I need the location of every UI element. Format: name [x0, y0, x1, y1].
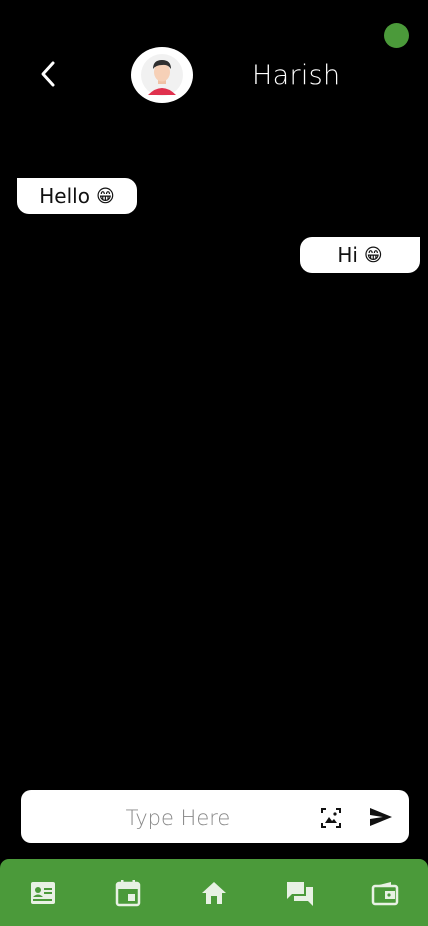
chevron-left-icon [41, 61, 55, 87]
calendar-icon [116, 879, 141, 906]
back-button[interactable] [34, 58, 62, 90]
nav-home[interactable] [194, 873, 234, 913]
contact-avatar[interactable] [131, 47, 193, 103]
wallet-icon [371, 881, 399, 905]
message-bubble-incoming[interactable]: Hello 😁 [17, 178, 137, 214]
message-text: Hi [337, 243, 358, 267]
attach-image-button[interactable] [319, 806, 343, 830]
nav-chat[interactable] [280, 873, 320, 913]
chat-icon [286, 881, 313, 906]
image-picker-icon [321, 808, 341, 828]
nav-profile-card[interactable] [23, 873, 63, 913]
grin-emoji-icon: 😁 [363, 244, 383, 266]
send-button[interactable] [368, 805, 392, 829]
message-composer [21, 790, 409, 845]
send-icon [370, 808, 392, 826]
bottom-navigation [0, 859, 428, 926]
message-text: Hello [39, 184, 90, 208]
contact-name: Harish [252, 60, 341, 91]
message-input[interactable] [41, 790, 315, 845]
message-bubble-outgoing[interactable]: Hi 😁 [300, 237, 420, 273]
grin-emoji-icon: 😁 [95, 185, 115, 207]
home-icon [201, 881, 226, 904]
user-avatar-icon [141, 54, 183, 96]
nav-wallet[interactable] [365, 873, 405, 913]
profile-card-icon [30, 881, 55, 904]
online-status-dot [384, 23, 409, 48]
nav-calendar[interactable] [108, 873, 148, 913]
